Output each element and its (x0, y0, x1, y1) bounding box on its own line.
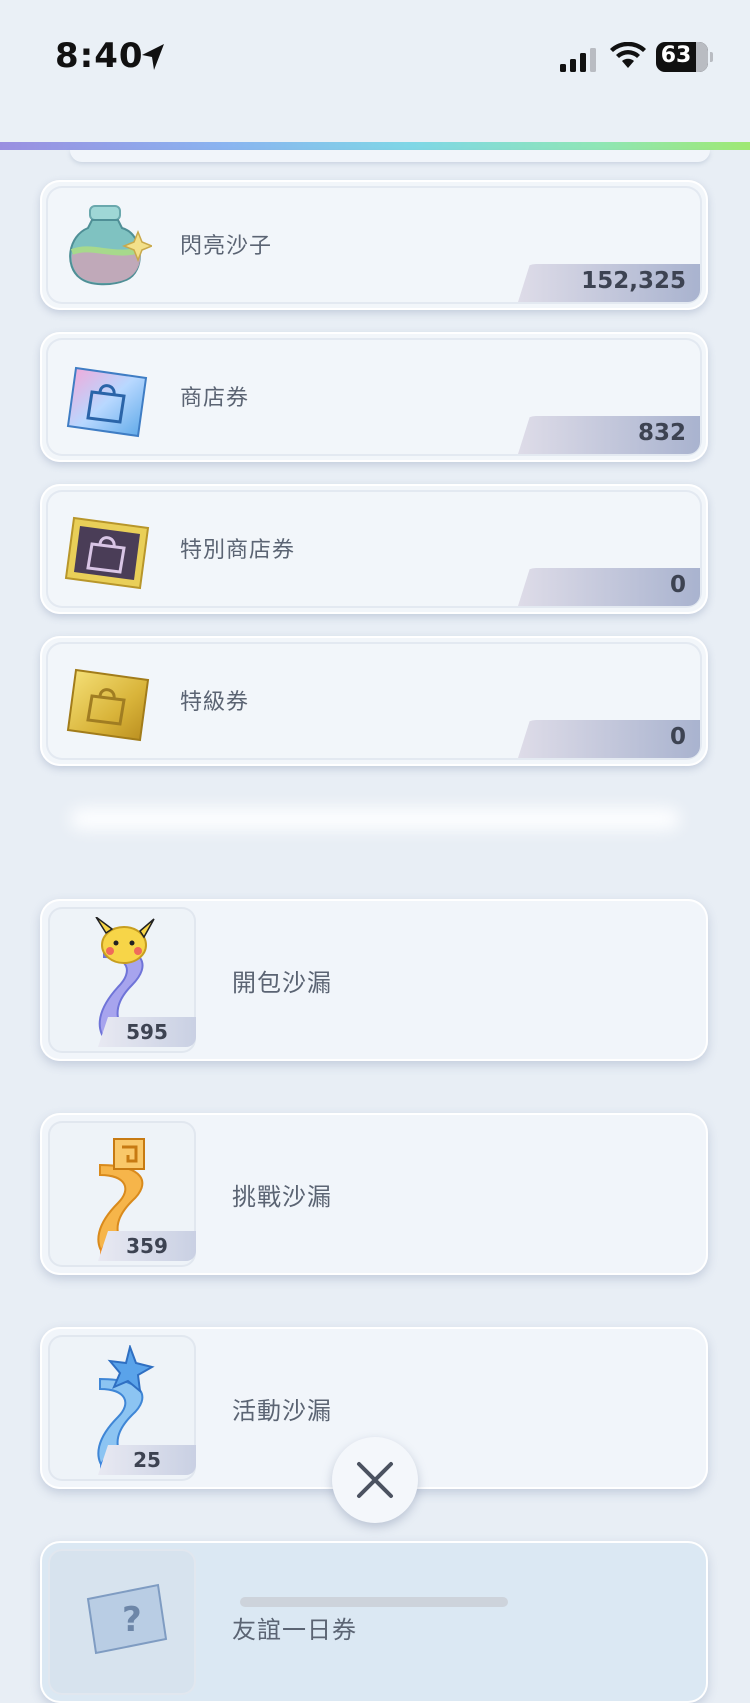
currency-card-special-shop-ticket[interactable]: 特別商店券 0 (40, 484, 708, 614)
battery-level: 63 (660, 43, 692, 68)
item-count-badge: 595 (98, 1017, 196, 1047)
hourglass-card-pack[interactable]: 595 開包沙漏 (40, 899, 708, 1061)
currency-amount-badge: 0 (518, 720, 700, 758)
cellular-signal-icon (560, 48, 596, 72)
currency-amount-badge: 0 (518, 568, 700, 606)
item-count: 595 (126, 1020, 168, 1044)
currency-name: 閃亮沙子 (180, 234, 273, 259)
svg-text:?: ? (122, 1600, 142, 1640)
item-count: 359 (126, 1234, 168, 1258)
currency-card-shop-ticket[interactable]: 商店券 832 (40, 332, 708, 462)
item-icon-frame: 25 (48, 1335, 196, 1481)
item-count-badge: 25 (98, 1445, 196, 1475)
close-button[interactable] (332, 1437, 418, 1523)
special-shop-ticket-icon (64, 516, 150, 590)
currency-amount-badge: 832 (518, 416, 700, 454)
item-card-partial[interactable]: ? (40, 1541, 708, 1703)
header-gradient-divider (0, 142, 750, 150)
currency-name: 特級券 (180, 690, 250, 715)
scroll-hint-bar (240, 1597, 508, 1607)
close-icon (357, 1462, 393, 1498)
currency-amount-badge: 152,325 (518, 264, 700, 302)
premium-ticket-icon (66, 668, 150, 742)
item-name: 開包沙漏 (232, 969, 332, 997)
currency-card-premium-ticket[interactable]: 特級券 0 (40, 636, 708, 766)
item-count: 25 (133, 1448, 161, 1472)
item-count-badge: 359 (98, 1231, 196, 1261)
currency-name: 商店券 (180, 386, 250, 411)
currency-amount: 832 (637, 420, 686, 446)
sand-bottle-icon (69, 205, 152, 286)
previous-card-edge (70, 150, 710, 162)
status-time: 8:40 (55, 36, 144, 76)
battery-icon: 63 (656, 42, 713, 72)
currency-name: 特別商店券 (180, 538, 296, 563)
location-arrow-icon (142, 44, 164, 70)
shop-ticket-icon (66, 366, 148, 438)
item-icon-frame: 359 (48, 1121, 196, 1267)
item-name: 友誼一日券 (232, 1616, 357, 1644)
item-icon-frame: ? (48, 1549, 196, 1695)
currency-amount: 152,325 (581, 268, 686, 294)
item-icon-frame: 595 (48, 907, 196, 1053)
currency-card-shiny-sand[interactable]: 閃亮沙子 152,325 (40, 180, 708, 310)
currency-amount: 0 (669, 724, 686, 750)
ticket-icon: ? (86, 1583, 168, 1655)
status-bar: 8:40 63 (0, 0, 750, 142)
item-name: 挑戰沙漏 (232, 1183, 332, 1211)
wifi-icon (610, 42, 646, 68)
section-divider (70, 808, 680, 830)
hourglass-card-challenge[interactable]: 359 挑戰沙漏 (40, 1113, 708, 1275)
item-name: 活動沙漏 (232, 1397, 332, 1425)
currency-amount: 0 (669, 572, 686, 598)
